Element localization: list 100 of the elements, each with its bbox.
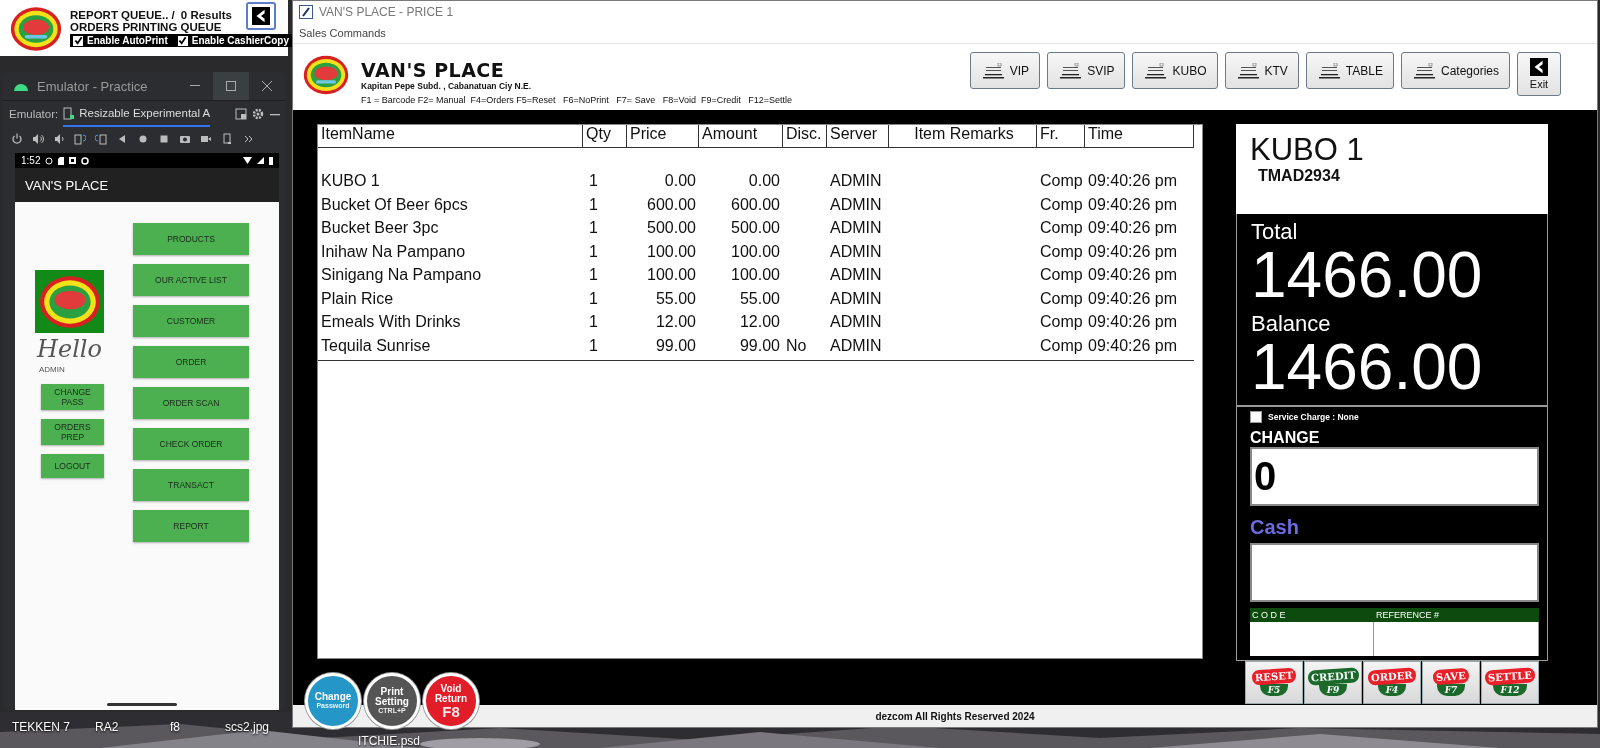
table-cell-text: 55.00 <box>738 289 781 309</box>
category-button[interactable]: KUBO <box>1132 52 1218 89</box>
table-cell-text: 0.00 <box>747 172 781 191</box>
table-cell-text: Comp <box>1039 266 1084 285</box>
table-cell-text: 09:40:26 pm <box>1087 313 1178 332</box>
category-button[interactable]: KTV <box>1224 52 1299 89</box>
table-cell-text: KUBO 1 <box>320 172 381 191</box>
table-cell-text: ADMIN <box>829 219 883 238</box>
category-button[interactable]: VIP <box>969 52 1041 89</box>
order-code: TMAD2934 <box>1258 167 1341 185</box>
column-header: Amount <box>699 125 783 148</box>
cash-label: Cash <box>1250 516 1300 539</box>
table-cell-text: Comp <box>1039 313 1084 332</box>
menu-button[interactable]: REPORT <box>133 510 249 542</box>
table-cell-text: ADMIN <box>829 336 883 356</box>
table-cell-text: 1 <box>588 266 599 285</box>
table-cell-text: ADMIN <box>829 172 883 191</box>
table-cell-text: 500.00 <box>646 219 697 238</box>
table-name: KUBO 1 <box>1250 133 1365 167</box>
action-button[interactable]: SAVE F7 <box>1422 661 1480 704</box>
table-cell-text: Sinigang Na Pampano <box>320 266 483 285</box>
table-cell-text: Comp <box>1039 336 1084 356</box>
desktop-icon-label[interactable]: scs2.jpg <box>225 720 270 734</box>
column-header: REFERENCE # <box>1375 610 1440 620</box>
app-title: VAN'S PLACE <box>25 177 109 193</box>
side-button[interactable]: LOGOUT <box>41 454 104 478</box>
menu-button[interactable]: OUR ACTIVE LIST <box>133 264 249 296</box>
table-cell-text: ADMIN <box>829 242 883 262</box>
table-cell-text: 12.00 <box>654 313 697 332</box>
desktop-icon-label[interactable]: ITCHIE.psd <box>358 734 420 748</box>
table-cell-text: 09:40:26 pm <box>1087 219 1178 238</box>
greeting: Hello <box>37 335 102 363</box>
table-cell-text: Bucket Beer 3pc <box>320 219 440 238</box>
category-button[interactable]: SVIP <box>1047 52 1126 89</box>
store-name: VAN'S PLACE <box>361 59 506 81</box>
menu-button[interactable]: TRANSACT <box>133 469 249 501</box>
checkbox-label: Enable CashierCopy <box>191 35 289 46</box>
desktop-icon-label[interactable]: f8 <box>170 720 180 734</box>
table-cell-text: 1 <box>588 336 599 356</box>
table-cell-text: 100.00 <box>646 242 697 262</box>
category-button[interactable]: Categories <box>1400 52 1510 89</box>
table-cell-text: Comp <box>1039 195 1084 215</box>
status-time: 1:52 <box>21 155 41 166</box>
table-cell-text: 09:40:26 pm <box>1087 195 1178 215</box>
table-cell-text: 1 <box>588 313 599 332</box>
device-tab[interactable]: Resizable Experimental A <box>63 101 211 127</box>
menu-button[interactable]: CHECK ORDER <box>133 428 249 460</box>
desktop-icon-label[interactable]: RA2 <box>95 720 119 734</box>
table-cell-text: 12.00 <box>738 313 781 332</box>
table-cell-text: 0.00 <box>663 172 697 191</box>
table-cell-text: Comp <box>1039 219 1084 238</box>
total-label: Total <box>1251 220 1299 244</box>
menu-button[interactable]: ORDER <box>133 346 249 378</box>
menu-button[interactable]: CUSTOMER <box>133 305 249 337</box>
table-cell-text: Inihaw Na Pampano <box>320 242 467 262</box>
action-button[interactable]: CREDIT F9 <box>1304 661 1362 704</box>
table-cell-text: 600.00 <box>730 195 781 215</box>
service-charge-label: Service Charge : None <box>1268 412 1359 422</box>
table-cell-text: 09:40:26 pm <box>1087 266 1178 285</box>
action-button[interactable]: SETTLE F12 <box>1481 661 1539 704</box>
action-button[interactable]: ORDER F4 <box>1363 661 1421 704</box>
total-amount: 1466.00 <box>1251 244 1484 306</box>
table-cell-text: No <box>785 336 808 356</box>
table-cell-text: 99.00 <box>738 336 781 356</box>
exit-button[interactable]: Exit <box>1517 52 1561 96</box>
column-header: ItemName <box>318 125 583 148</box>
table-cell-text: Tequila Sunrise <box>320 336 432 356</box>
change-field: 0 <box>1250 447 1539 506</box>
store-address: Kapitan Pepe Subd. , Cabanatuan Ciy N.E. <box>361 81 533 91</box>
table-cell-text: 100.00 <box>646 266 697 285</box>
table-cell-text: Comp <box>1039 289 1084 309</box>
table-cell-text: 1 <box>588 289 599 309</box>
menu-item[interactable]: Sales Commands <box>299 27 386 39</box>
table-cell-text: 100.00 <box>730 242 781 262</box>
desktop-icon-label[interactable]: TEKKEN 7 <box>12 720 71 734</box>
emulator-label: Emulator: <box>9 108 59 120</box>
balance-amount: 1466.00 <box>1251 336 1484 398</box>
menu-button[interactable]: ORDER SCAN <box>133 387 249 419</box>
table-cell-text: ADMIN <box>829 195 883 215</box>
category-button[interactable]: TABLE <box>1305 52 1394 89</box>
side-button[interactable]: CHANGE PASS <box>41 384 104 410</box>
balance-label: Balance <box>1251 312 1332 336</box>
column-header: Disc. <box>783 125 827 148</box>
side-button[interactable]: ORDERS PREP <box>41 419 104 445</box>
checkbox-label: Enable AutoPrint <box>87 35 168 46</box>
table-cell-text: 09:40:26 pm <box>1087 242 1178 262</box>
column-header: Item Remarks <box>889 125 1037 148</box>
action-button[interactable]: RESET F5 <box>1245 661 1303 704</box>
table-cell-text: Bucket Of Beer 6pcs <box>320 195 469 215</box>
window-title: Emulator - Practice <box>37 78 149 94</box>
window-title: VAN'S PLACE - PRICE 1 <box>319 5 454 19</box>
table-cell-text: 1 <box>588 242 599 262</box>
table-cell-text: 09:40:26 pm <box>1087 336 1178 356</box>
column-header: Time <box>1085 125 1194 148</box>
column-header: Fr. <box>1037 125 1085 148</box>
table-cell-text: Comp <box>1039 242 1084 262</box>
table-cell-text: Plain Rice <box>320 289 395 309</box>
column-header: Qty <box>583 125 627 148</box>
menu-button[interactable]: PRODUCTS <box>133 223 249 255</box>
table-cell-text: Comp <box>1039 172 1084 191</box>
